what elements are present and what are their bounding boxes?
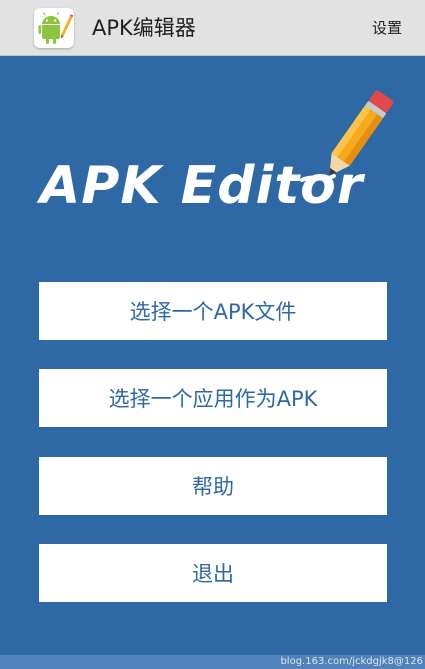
help-button[interactable]: 帮助 [39,457,387,515]
select-apk-file-button[interactable]: 选择一个APK文件 [39,282,387,340]
apk-editor-logo: APK Editor [30,84,410,234]
app-bar: APK编辑器 设置 [0,0,425,56]
pencil-icon [300,90,394,182]
android-pencil-icon [34,8,74,48]
app-title: APK编辑器 [92,16,196,40]
settings-menu-item[interactable]: 设置 [372,18,402,38]
select-app-as-apk-button[interactable]: 选择一个应用作为APK [39,369,387,427]
exit-button[interactable]: 退出 [39,544,387,602]
watermark-text: blog.163.com/jckdgjk8@126 [280,656,423,667]
